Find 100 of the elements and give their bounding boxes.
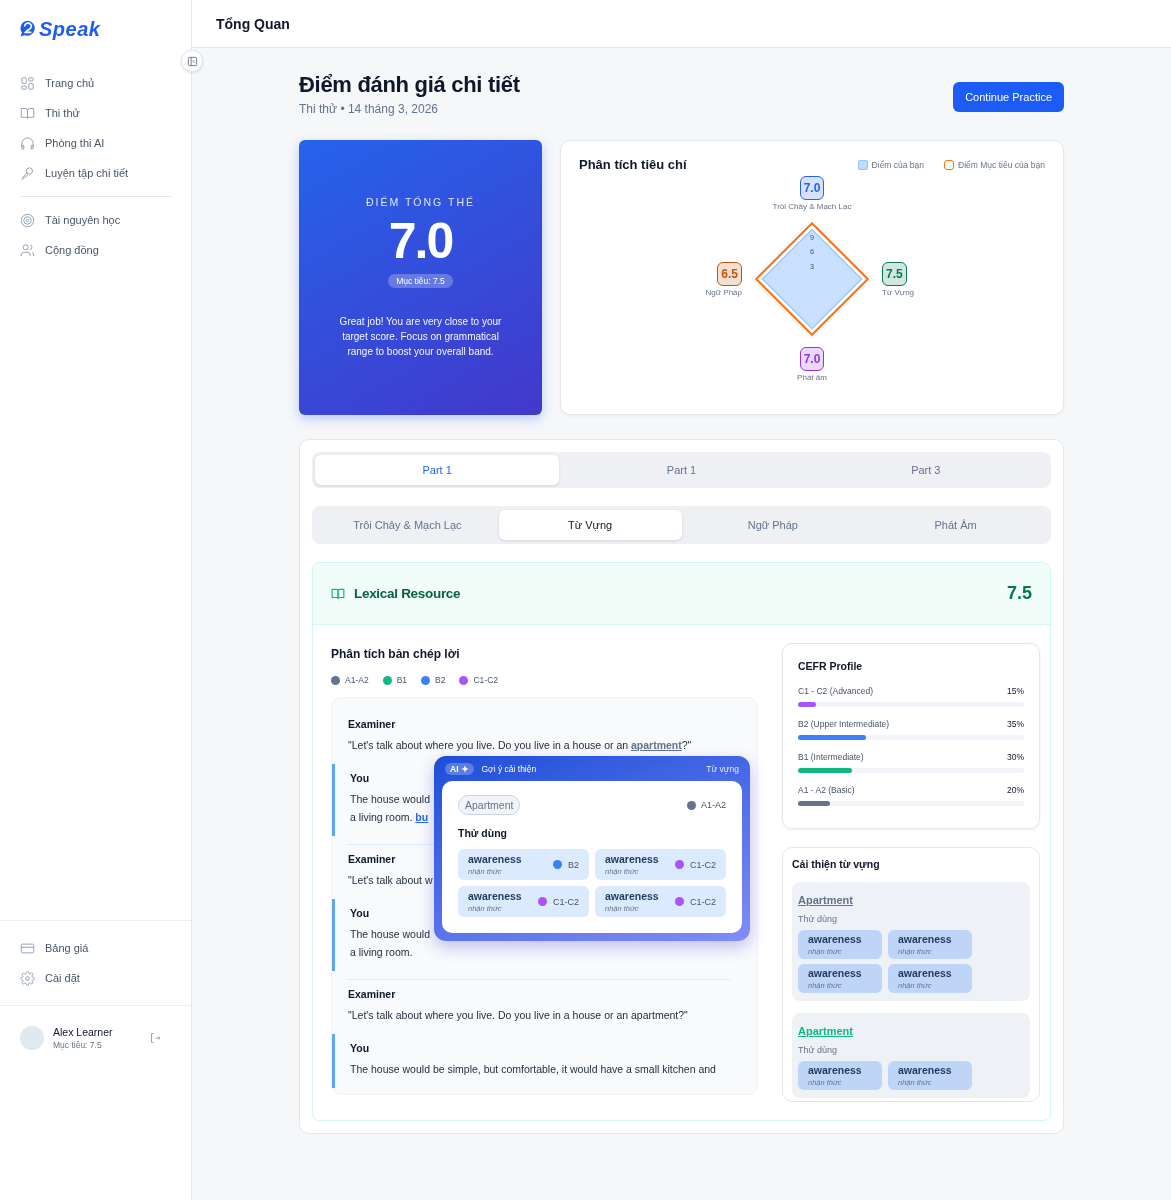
criteria-tab[interactable]: Ngữ Pháp [681, 510, 865, 540]
speaker-name: You [350, 907, 370, 919]
legend-label: Điểm của bạn [871, 159, 925, 170]
transcript-line: "Let's talk about where you live. Do you live in a house or an apartment?" [348, 738, 692, 753]
hint-label: Thử dùng [458, 827, 508, 839]
criterion-label: Từ Vựng [882, 287, 915, 297]
ai-label: AI [450, 764, 459, 774]
vocab-title: Cải thiện từ vựng [792, 858, 881, 870]
header-title: Tổng Quan [216, 15, 290, 32]
transcript-line: The house would be simple, but comfortable, it would have a small kitchen and [350, 1062, 716, 1077]
level-label: C1-C2 [553, 896, 579, 907]
criterion-score: 7.5 [882, 261, 907, 286]
cefr-value: 30% [1007, 752, 1024, 762]
transcript-title: Phân tích bản chép lời [331, 647, 461, 661]
popup-category: Từ vựng [706, 764, 739, 774]
level-label: B1 [396, 675, 408, 685]
grid-icon [20, 75, 35, 91]
popup-title: Gợi ý cải thiện [481, 764, 537, 774]
level-label: B2 [435, 675, 446, 685]
criterion-score: 7.0 [799, 347, 825, 371]
page-title: Điểm đánh giá chi tiết [299, 72, 520, 98]
cefr-value: 15% [1007, 686, 1024, 696]
vocab-word[interactable]: Apartment [798, 894, 853, 906]
criterion-label: Phát âm [797, 373, 827, 382]
nav-item[interactable]: Cộng đồng [20, 235, 171, 265]
transcript-line: "Let's talk about w [348, 873, 433, 888]
cefr-label: C1 - C2 (Advanced) [798, 686, 874, 696]
continue-practice-button[interactable]: Continue Practice [953, 82, 1064, 112]
word-chip: Apartment [458, 795, 521, 815]
suggestion-word: awareness [468, 890, 523, 902]
highlighted-word[interactable]: apartment [631, 739, 682, 751]
speaker-name: Examiner [348, 853, 396, 865]
criterion-label: Ngữ Pháp [705, 287, 742, 297]
transcript-line: a living room. [350, 945, 413, 960]
section-score: 7.5 [1006, 583, 1032, 604]
transcript-line: The house would [350, 927, 430, 942]
speaker-name: You [350, 772, 370, 784]
suggestion-word: awareness [898, 967, 953, 979]
part-tab[interactable]: Part 1 [315, 455, 560, 485]
suggestion-word: awareness [898, 933, 953, 945]
page-subtitle: Thi thử • 14 tháng 3, 2026 [299, 102, 439, 116]
suggestion-word: awareness [808, 967, 863, 979]
level-label: C1-C2 [690, 896, 716, 907]
nav-item[interactable]: Tài nguyên học [20, 205, 171, 235]
nav-item[interactable]: Phòng thi AI [20, 128, 171, 158]
suggestion-word: awareness [898, 1064, 953, 1076]
level-label: B2 [568, 859, 579, 870]
nav-item[interactable]: Bảng giá [20, 933, 171, 963]
criterion-score: 6.5 [717, 261, 742, 286]
avatar [20, 1026, 44, 1050]
criteria-tab[interactable]: Phát Âm [864, 510, 1047, 540]
legend-swatch [857, 159, 868, 170]
logo-icon [18, 19, 38, 39]
nav-item[interactable]: Cài đặt [20, 963, 171, 993]
overall-score: 7.0 [388, 212, 453, 270]
suggestion-word: awareness [468, 853, 523, 865]
speaker-name: You [350, 1042, 370, 1054]
nav-item[interactable]: Luyện tập chi tiết [20, 158, 171, 188]
criteria-tab[interactable]: Trôi Chảy & Mạch Lạc [316, 510, 499, 540]
sparkle-icon [460, 765, 469, 773]
highlighted-word[interactable]: bu [415, 811, 429, 823]
cefr-title: CEFR Profile [798, 660, 864, 672]
nav-item[interactable]: Trang chủ [20, 68, 171, 98]
overall-label: ĐIỂM TỔNG THỂ [365, 196, 475, 208]
tick-label: 3 [810, 261, 814, 271]
part-tab[interactable]: Part 1 [559, 455, 804, 485]
user-name: Alex Learner [53, 1026, 113, 1038]
target-icon [20, 212, 35, 228]
transcript-line: a living room. bu [350, 810, 429, 825]
cefr-value: 35% [1007, 719, 1024, 729]
transcript-line: "Let's talk about where you live. Do you live in a house or an apartment?" [348, 1008, 688, 1023]
nav-item[interactable]: Thi thử [20, 98, 171, 128]
feedback-message: Great job! You are very close to your target score. Focus on grammatical range to boost your overall band. [338, 315, 503, 359]
tick-label: 9 [810, 232, 814, 242]
suggestion-word: awareness [808, 1064, 863, 1076]
criteria-tab[interactable]: Từ Vựng [498, 510, 682, 540]
headphones-icon [20, 135, 35, 151]
criterion-score: 7.0 [799, 176, 825, 200]
cefr-label: A1 - A2 (Basic) [798, 785, 855, 795]
cefr-value: 20% [1007, 785, 1024, 795]
microphone-icon [20, 165, 35, 181]
level-label: C1-C2 [473, 675, 498, 685]
speaker-name: Examiner [348, 988, 396, 1000]
suggestion-word: awareness [605, 853, 660, 865]
hint-label: Thử dùng [798, 914, 839, 924]
sidebar-toggle-icon [186, 55, 198, 67]
credit-card-icon [20, 940, 35, 956]
user-target: Mục tiêu: 7.5 [53, 1040, 103, 1050]
suggestion-word: awareness [808, 933, 863, 945]
level-label: C1-C2 [690, 859, 716, 870]
book-icon [20, 105, 35, 121]
users-icon [20, 242, 35, 258]
part-tab[interactable]: Part 3 [803, 455, 1048, 485]
logout-icon[interactable] [149, 1032, 161, 1044]
suggestion-word: awareness [605, 890, 660, 902]
collapse-sidebar-button[interactable] [181, 50, 203, 72]
book-icon [331, 586, 345, 601]
criteria-title: Phân tích tiêu chí [579, 157, 687, 172]
criterion-label: Trôi Chảy & Mạch Lạc [772, 202, 852, 211]
level-label: A1-A2 [345, 675, 369, 685]
